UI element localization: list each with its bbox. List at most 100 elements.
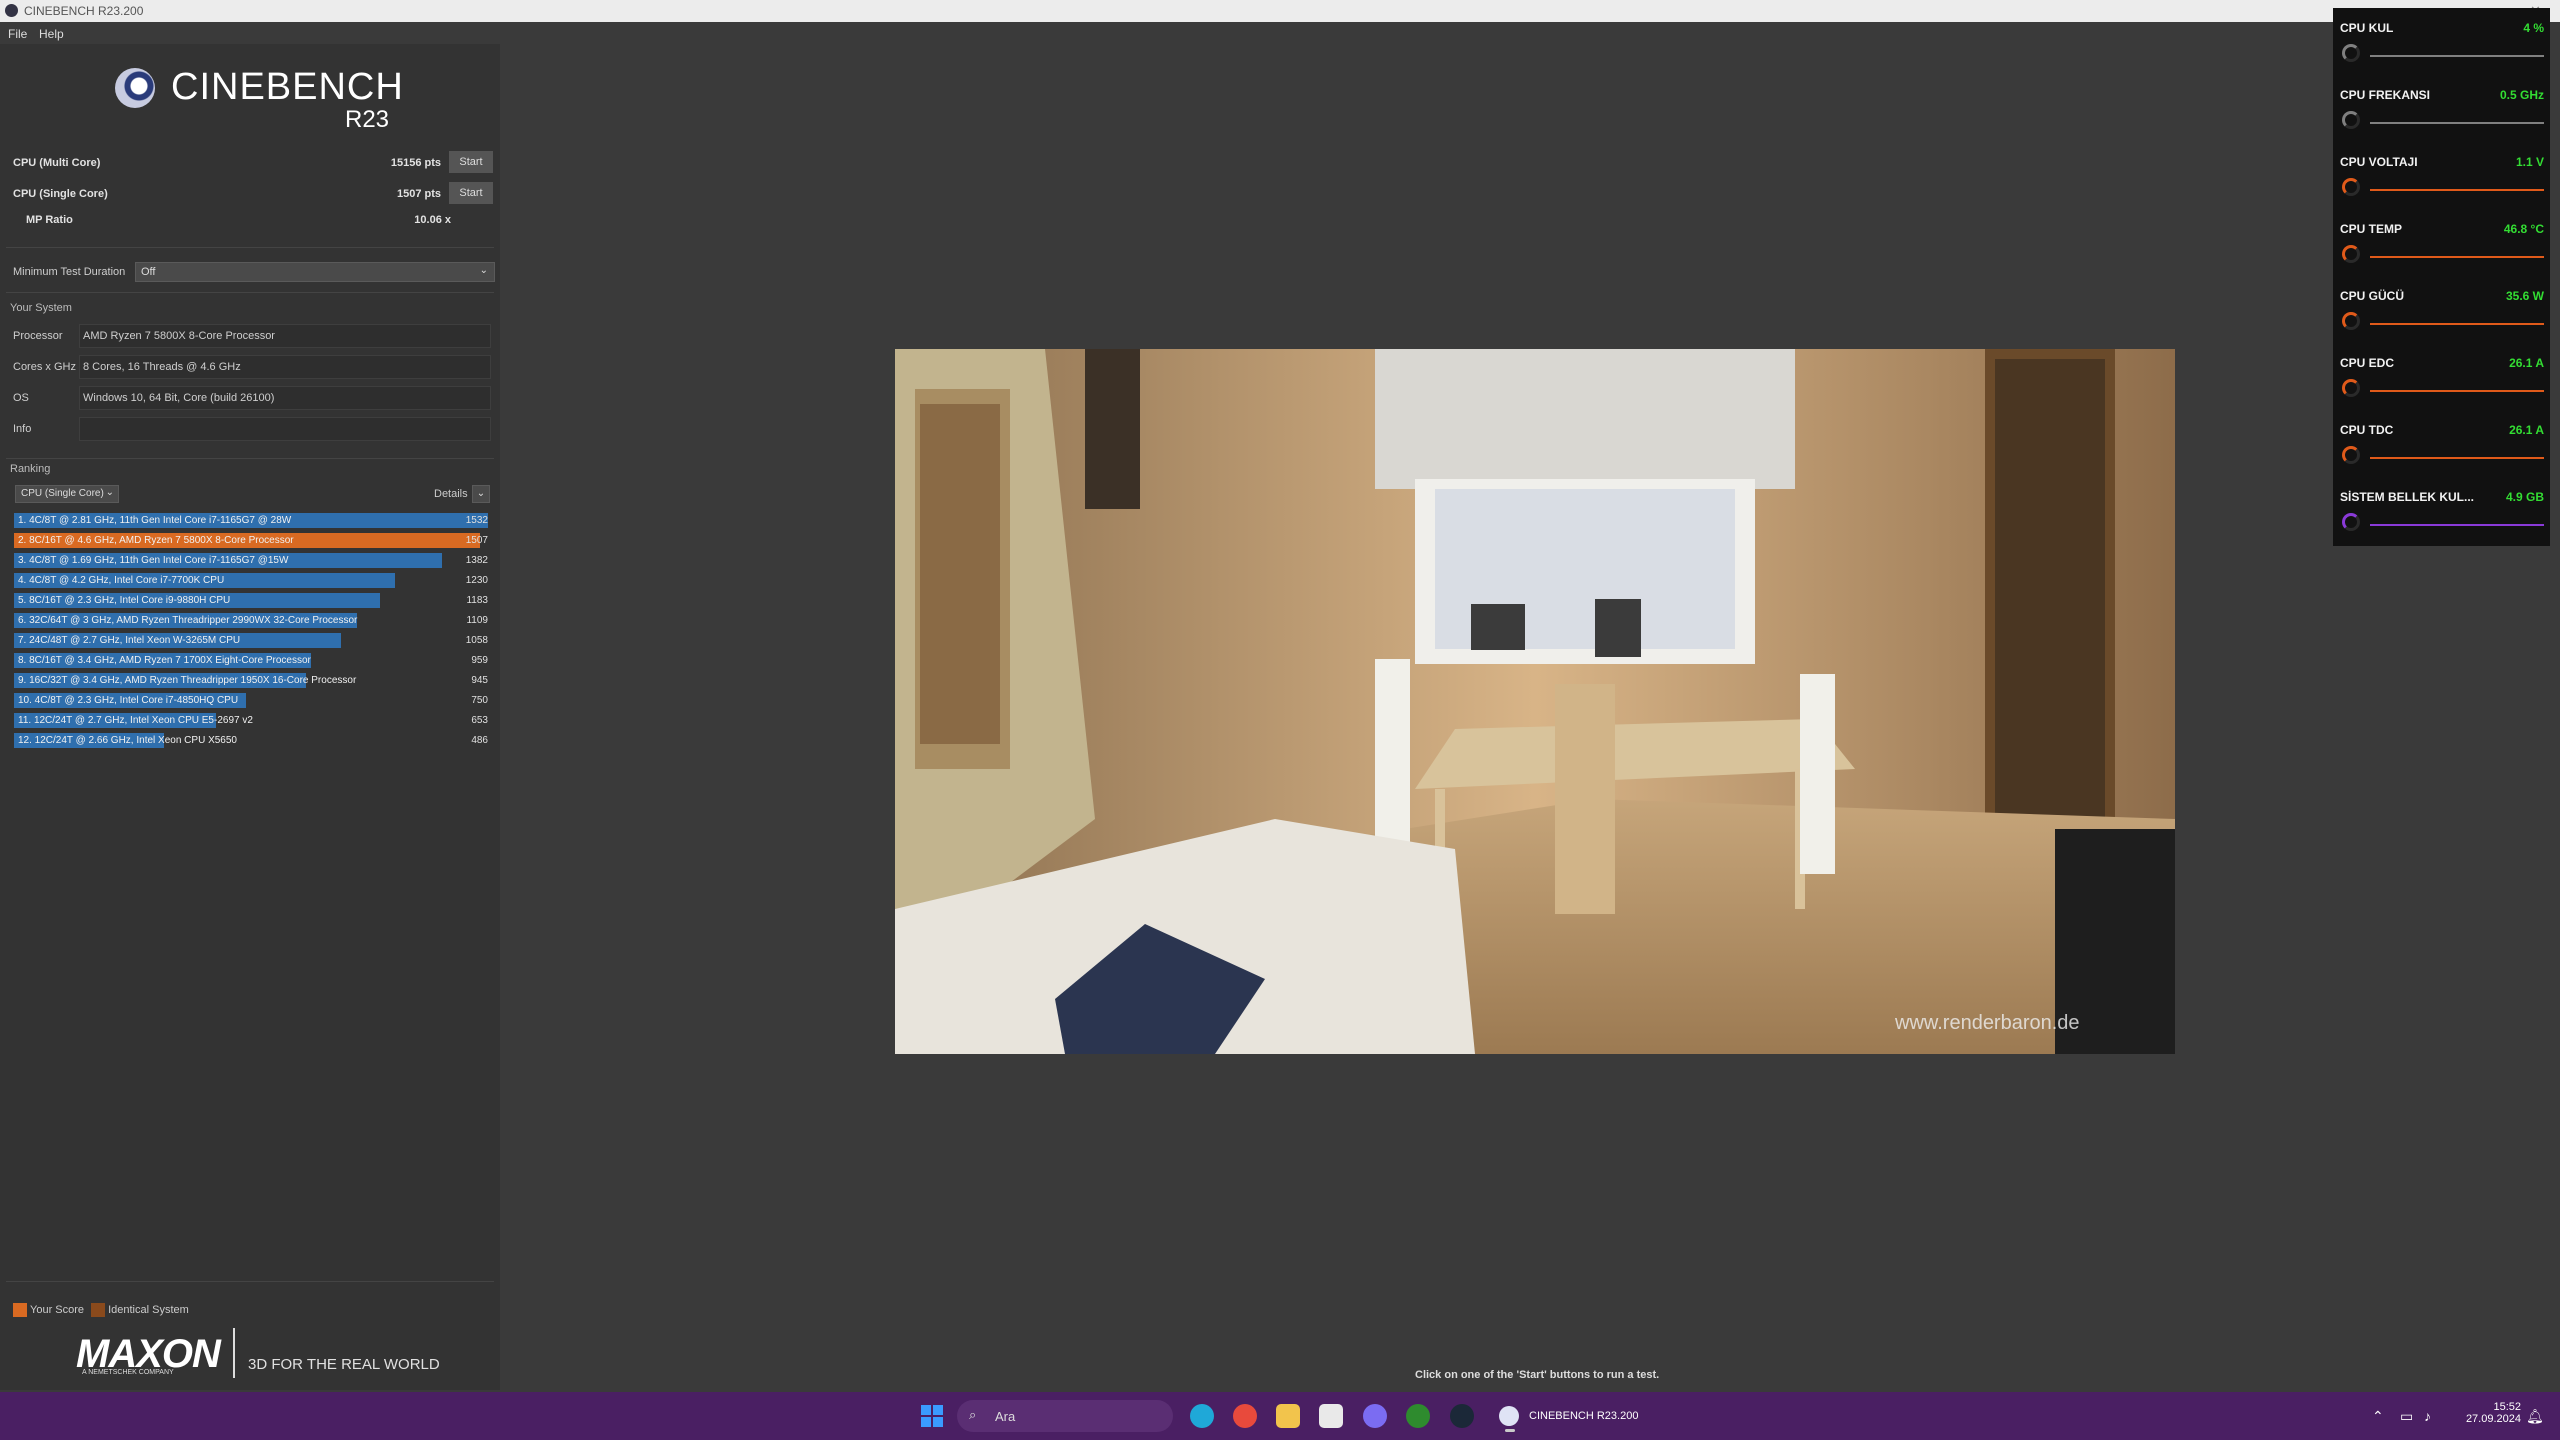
ranking-row[interactable]: 11. 12C/24T @ 2.7 GHz, Intel Xeon CPU E5…	[14, 712, 488, 730]
ranking-label: 8. 8C/16T @ 3.4 GHz, AMD Ryzen 7 1700X E…	[18, 655, 311, 666]
start-single-button[interactable]: Start	[449, 182, 493, 204]
mp-ratio-label: MP Ratio	[26, 214, 73, 226]
score-label: CPU (Single Core)	[13, 188, 108, 200]
legend-identical-system: Identical System	[108, 1303, 189, 1316]
network-icon[interactable]: ▭	[2400, 1408, 2413, 1425]
window-title: CINEBENCH R23.200	[24, 4, 144, 18]
notification-bell-icon[interactable]: 🔔︎	[2526, 1408, 2544, 1425]
sensor-gauge-icon	[2342, 379, 2360, 397]
logo-version: R23	[345, 106, 390, 133]
maxon-subtitle: A NEMETSCHEK COMPANY	[82, 1369, 174, 1376]
ranking-label: 2. 8C/16T @ 4.6 GHz, AMD Ryzen 7 5800X 8…	[18, 535, 294, 546]
sensor-gauge-icon	[2342, 44, 2360, 62]
duration-value: Off	[141, 266, 156, 278]
sensor-value: 35.6 W	[2505, 289, 2544, 303]
system-row-os: OS Windows 10, 64 Bit, Core (build 26100…	[13, 386, 491, 410]
ranking-row[interactable]: 10. 4C/8T @ 2.3 GHz, Intel Core i7-4850H…	[14, 692, 488, 710]
edge-browser-icon[interactable]	[1190, 1404, 1214, 1428]
details-dropdown[interactable]: ⌄	[472, 485, 490, 503]
ranking-row[interactable]: 1. 4C/8T @ 2.81 GHz, 11th Gen Intel Core…	[14, 512, 488, 530]
ranking-mode-select[interactable]: CPU (Single Core) ⌄	[15, 485, 119, 503]
system-value: AMD Ryzen 7 5800X 8-Core Processor	[83, 330, 275, 342]
ranking-mode-value: CPU (Single Core)	[21, 488, 104, 499]
system-value-field: Windows 10, 64 Bit, Core (build 26100)	[79, 386, 491, 410]
ranking-row[interactable]: 12. 12C/24T @ 2.66 GHz, Intel Xeon CPU X…	[14, 732, 488, 750]
render-watermark: www.renderbaron.de	[1894, 1012, 2080, 1034]
score-points: 15156 pts	[390, 157, 441, 169]
sensor-row: CPU TEMP 46.8 °C	[2340, 209, 2544, 269]
sensor-value: 26.1 A	[2509, 356, 2544, 370]
taskbar-search[interactable]: ⌕ Ara	[957, 1400, 1173, 1432]
ranking-row[interactable]: 2. 8C/16T @ 4.6 GHz, AMD Ryzen 7 5800X 8…	[14, 532, 488, 550]
cinebench-logo-icon	[115, 68, 155, 108]
sensor-name: CPU KUL	[2340, 21, 2394, 35]
volume-icon[interactable]: ♪	[2424, 1408, 2431, 1424]
sensor-value: 1.1 V	[2515, 155, 2544, 169]
info-input[interactable]	[79, 417, 491, 441]
footer-separator	[233, 1328, 235, 1378]
start-multi-button[interactable]: Start	[449, 151, 493, 173]
ranking-row[interactable]: 6. 32C/64T @ 3 GHz, AMD Ryzen Threadripp…	[14, 612, 488, 630]
windows-start-icon[interactable]	[920, 1404, 944, 1428]
sensor-name: CPU GÜCÜ	[2340, 289, 2405, 303]
chrome-browser-icon[interactable]	[1233, 1404, 1257, 1428]
sensor-graph-line	[2370, 323, 2544, 325]
chevron-down-icon: ⌄	[105, 487, 114, 498]
sensor-graph-line	[2370, 189, 2544, 191]
duration-select[interactable]: Off ⌄	[135, 262, 495, 282]
system-row-info: Info	[13, 417, 491, 441]
taskbar-cinebench-app[interactable]: CINEBENCH R23.200	[1495, 1400, 1665, 1432]
ranking-label: 12. 12C/24T @ 2.66 GHz, Intel Xeon CPU X…	[18, 735, 237, 746]
file-explorer-icon[interactable]	[1276, 1404, 1300, 1428]
running-app-title: CINEBENCH R23.200	[1529, 1410, 1639, 1422]
menu-file[interactable]: File	[8, 27, 27, 41]
clock-time: 15:52	[2493, 1401, 2521, 1413]
sensor-row: CPU VOLTAJI 1.1 V	[2340, 142, 2544, 202]
min-test-duration: Minimum Test Duration Off ⌄	[13, 262, 495, 282]
mp-ratio: MP Ratio 10.06 x	[26, 214, 451, 226]
maxon-tagline: 3D FOR THE REAL WORLD	[248, 1356, 440, 1373]
cinebench-app-icon	[5, 4, 18, 17]
ranking-score: 1183	[466, 595, 488, 606]
chevron-up-icon[interactable]: ⌃	[2372, 1408, 2384, 1425]
taskbar-clock[interactable]: 15:52 27.09.2024	[2451, 1401, 2521, 1425]
score-row-single: CPU (Single Core) 1507 pts Start	[13, 182, 493, 206]
xbox-icon[interactable]	[1406, 1404, 1430, 1428]
sensor-name: CPU VOLTAJI	[2340, 155, 2418, 169]
sensor-graph-line	[2370, 122, 2544, 124]
ranking-row[interactable]: 4. 4C/8T @ 4.2 GHz, Intel Core i7-7700K …	[14, 572, 488, 590]
store-icon[interactable]	[1319, 1404, 1343, 1428]
copilot-icon[interactable]	[1363, 1404, 1387, 1428]
ranking-row[interactable]: 8. 8C/16T @ 3.4 GHz, AMD Ryzen 7 1700X E…	[14, 652, 488, 670]
ranking-row[interactable]: 9. 16C/32T @ 3.4 GHz, AMD Ryzen Threadri…	[14, 672, 488, 690]
sensor-value: 46.8 °C	[2503, 222, 2544, 236]
sensor-name: CPU TDC	[2340, 423, 2394, 437]
divider	[6, 292, 494, 293]
ranking-score: 945	[471, 675, 488, 686]
ranking-score: 1507	[465, 535, 488, 546]
divider	[6, 458, 494, 459]
sensor-row: CPU TDC 26.1 A	[2340, 410, 2544, 470]
ranking-label: 9. 16C/32T @ 3.4 GHz, AMD Ryzen Threadri…	[18, 675, 357, 686]
ranking-row[interactable]: 7. 24C/48T @ 2.7 GHz, Intel Xeon W-3265M…	[14, 632, 488, 650]
legend-your-score: Your Score	[30, 1303, 85, 1316]
steam-icon[interactable]	[1450, 1404, 1474, 1428]
ranking-row[interactable]: 3. 4C/8T @ 1.69 GHz, 11th Gen Intel Core…	[14, 552, 488, 570]
sensor-row: SİSTEM BELLEK KUL... 4.9 GB	[2340, 477, 2544, 537]
ranking-score: 1230	[465, 575, 488, 586]
sensor-gauge-icon	[2342, 111, 2360, 129]
sensor-graph-line	[2370, 55, 2544, 57]
sensor-row: CPU EDC 26.1 A	[2340, 343, 2544, 403]
ranking-row[interactable]: 5. 8C/16T @ 2.3 GHz, Intel Core i9-9880H…	[14, 592, 488, 610]
system-key: OS	[13, 392, 29, 404]
your-system-heading: Your System	[10, 302, 72, 314]
menu-help[interactable]: Help	[39, 27, 64, 41]
system-key: Info	[13, 423, 32, 435]
duration-label: Minimum Test Duration	[13, 266, 126, 278]
sensor-value: 4 %	[2523, 21, 2544, 35]
ranking-label: 6. 32C/64T @ 3 GHz, AMD Ryzen Threadripp…	[18, 615, 358, 626]
sensor-row: CPU FREKANSI 0.5 GHz	[2340, 75, 2544, 135]
render-preview: www.renderbaron.de	[895, 349, 2175, 1054]
divider	[6, 247, 494, 248]
ranking-score: 1382	[465, 555, 488, 566]
